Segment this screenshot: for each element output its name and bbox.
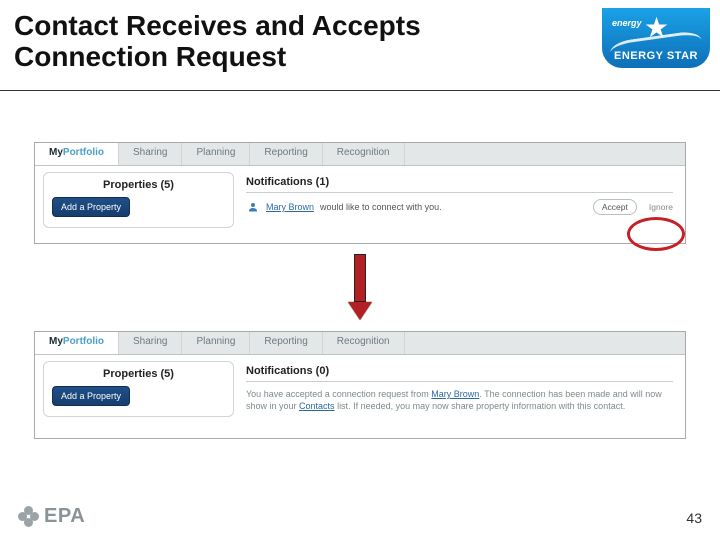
- down-arrow-icon: [350, 254, 370, 318]
- msg-part-a: You have accepted a connection request f…: [246, 389, 431, 399]
- tab-myportfolio[interactable]: MyPortfolio: [35, 332, 119, 354]
- epa-flower-icon: [18, 506, 40, 528]
- tab-myportfolio[interactable]: MyPortfolio: [35, 143, 119, 165]
- tab-myportfolio-my: My: [49, 147, 63, 158]
- screenshot-before: MyPortfolio Sharing Planning Reporting R…: [34, 142, 686, 244]
- notifications-panel: Notifications (0) You have accepted a co…: [242, 361, 677, 412]
- notification-message: You have accepted a connection request f…: [246, 388, 673, 412]
- notifications-heading: Notifications (1): [246, 176, 673, 193]
- slide-title: Contact Receives and Accepts Connection …: [14, 10, 554, 73]
- notification-text: would like to connect with you.: [320, 202, 442, 212]
- accept-button[interactable]: Accept: [593, 199, 637, 215]
- person-icon: [246, 200, 260, 214]
- add-property-button[interactable]: Add a Property: [52, 386, 130, 406]
- tab-sharing[interactable]: Sharing: [119, 332, 182, 354]
- tab-recognition[interactable]: Recognition: [323, 332, 405, 354]
- tab-planning[interactable]: Planning: [182, 143, 250, 165]
- tab-sharing[interactable]: Sharing: [119, 143, 182, 165]
- screenshot-after: MyPortfolio Sharing Planning Reporting R…: [34, 331, 686, 439]
- tab-myportfolio-port: Portfolio: [63, 147, 104, 158]
- ignore-button[interactable]: Ignore: [649, 202, 673, 212]
- notifications-panel: Notifications (1) Mary Brown would like …: [242, 172, 677, 215]
- notification-user-link[interactable]: Mary Brown: [266, 202, 314, 212]
- tab-recognition[interactable]: Recognition: [323, 143, 405, 165]
- contacts-link[interactable]: Contacts: [299, 401, 335, 411]
- energy-word: energy: [612, 18, 642, 28]
- notification-row: Mary Brown would like to connect with yo…: [246, 199, 673, 215]
- tab-myportfolio-my: My: [49, 336, 63, 347]
- add-property-button[interactable]: Add a Property: [52, 197, 130, 217]
- tab-reporting[interactable]: Reporting: [250, 332, 322, 354]
- properties-heading: Properties (5): [52, 179, 225, 191]
- tab-bar: MyPortfolio Sharing Planning Reporting R…: [35, 332, 685, 355]
- properties-heading: Properties (5): [52, 368, 225, 380]
- tab-reporting[interactable]: Reporting: [250, 143, 322, 165]
- tab-planning[interactable]: Planning: [182, 332, 250, 354]
- epa-text: EPA: [44, 505, 85, 528]
- epa-logo: EPA: [18, 505, 85, 528]
- properties-panel: Properties (5) Add a Property: [43, 361, 234, 417]
- msg-part-c: list. If needed, you may now share prope…: [335, 401, 626, 411]
- tab-bar: MyPortfolio Sharing Planning Reporting R…: [35, 143, 685, 166]
- properties-panel: Properties (5) Add a Property: [43, 172, 234, 228]
- title-divider: [0, 90, 720, 91]
- tab-myportfolio-port: Portfolio: [63, 336, 104, 347]
- energy-star-logo: energy ★ ENERGY STAR: [602, 8, 710, 82]
- notifications-heading: Notifications (0): [246, 365, 673, 382]
- page-number: 43: [686, 510, 702, 526]
- energy-star-text: ENERGY STAR: [602, 50, 710, 62]
- notification-user-link[interactable]: Mary Brown: [431, 389, 479, 399]
